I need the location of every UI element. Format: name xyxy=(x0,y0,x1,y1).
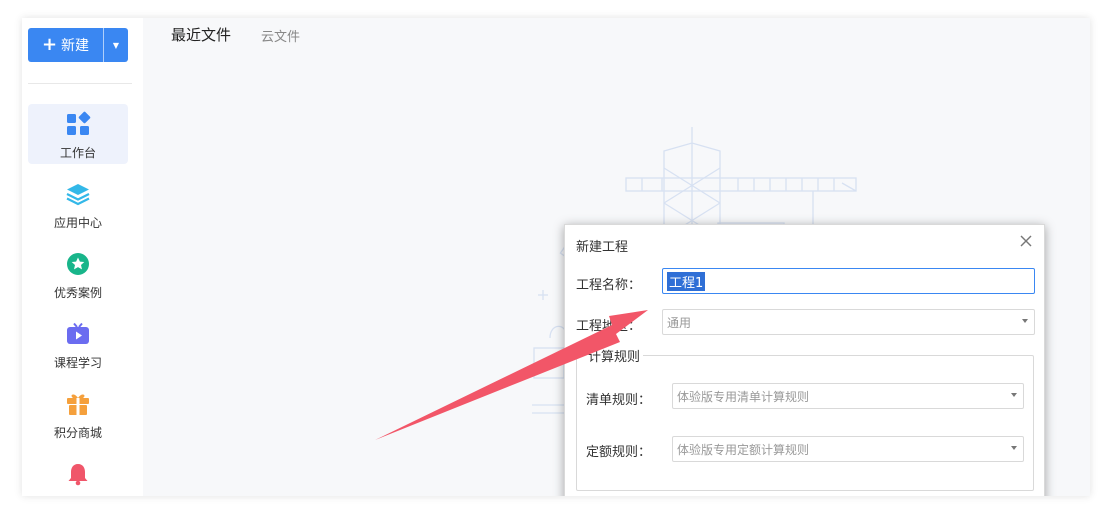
caret-down-icon xyxy=(1011,393,1017,397)
quota-rule-value: 体验版专用定额计算规则 xyxy=(677,442,810,457)
layers-icon xyxy=(64,180,92,208)
project-name-label: 工程名称： xyxy=(576,278,642,293)
sidebar-item-notifications[interactable] xyxy=(28,454,128,496)
star-badge-icon xyxy=(64,250,92,278)
tab-recent-files[interactable]: 最近文件 xyxy=(171,24,231,45)
new-project-dialog: 新建工程 工程名称： 工程1 工程地区： 通用 计算规则 清单规则： 体验版专用… xyxy=(564,224,1045,496)
quota-rule-label: 定额规则： xyxy=(586,445,652,460)
project-name-value: 工程1 xyxy=(667,271,706,291)
sidebar-divider xyxy=(28,83,132,84)
project-name-input[interactable]: 工程1 xyxy=(662,268,1035,294)
bill-rule-value: 体验版专用清单计算规则 xyxy=(677,389,810,404)
workbench-icon xyxy=(64,110,92,138)
calc-rules-legend: 计算规则 xyxy=(585,346,644,365)
sidebar-item-label: 积分商城 xyxy=(53,426,102,440)
gift-icon xyxy=(64,390,92,418)
project-region-select[interactable]: 通用 xyxy=(662,309,1035,335)
sidebar-item-workbench[interactable]: 工作台 xyxy=(28,104,128,164)
close-icon[interactable] xyxy=(1018,233,1034,249)
plus-icon: + xyxy=(41,34,58,55)
sidebar-item-label: 优秀案例 xyxy=(53,286,102,300)
sidebar-item-label: 应用中心 xyxy=(53,216,102,230)
sidebar: + 新建 ▼ 工作台 应用中心 优秀案例 课程学习 积分商城 xyxy=(22,18,143,496)
caret-down-icon xyxy=(1022,319,1028,323)
dialog-title: 新建工程 xyxy=(576,240,629,255)
new-button[interactable]: + 新建 ▼ xyxy=(28,28,128,62)
project-region-value: 通用 xyxy=(667,315,692,330)
tv-play-icon xyxy=(64,320,92,348)
bill-rule-select[interactable]: 体验版专用清单计算规则 xyxy=(672,383,1024,409)
new-button-label: 新建 xyxy=(61,38,90,54)
caret-down-icon xyxy=(1011,446,1017,450)
sidebar-item-label: 工作台 xyxy=(59,146,96,160)
bill-rule-label: 清单规则： xyxy=(586,393,652,408)
tab-cloud-files[interactable]: 云文件 xyxy=(261,26,300,45)
sidebar-item-app-center[interactable]: 应用中心 xyxy=(28,174,128,234)
quota-rule-select[interactable]: 体验版专用定额计算规则 xyxy=(672,436,1024,462)
new-dropdown-button[interactable]: ▼ xyxy=(104,28,128,62)
new-button-main[interactable]: + 新建 xyxy=(28,28,103,62)
project-region-label: 工程地区： xyxy=(576,319,642,334)
bell-icon xyxy=(64,460,92,488)
app-window: + 新建 ▼ 工作台 应用中心 优秀案例 课程学习 积分商城 最近文件 云文件 … xyxy=(22,18,1090,496)
sidebar-item-courses[interactable]: 课程学习 xyxy=(28,314,128,374)
sidebar-item-points-mall[interactable]: 积分商城 xyxy=(28,384,128,444)
caret-down-icon: ▼ xyxy=(112,40,120,50)
calc-rules-group xyxy=(576,355,1034,491)
sidebar-item-label: 课程学习 xyxy=(53,356,102,370)
sidebar-item-cases[interactable]: 优秀案例 xyxy=(28,244,128,304)
